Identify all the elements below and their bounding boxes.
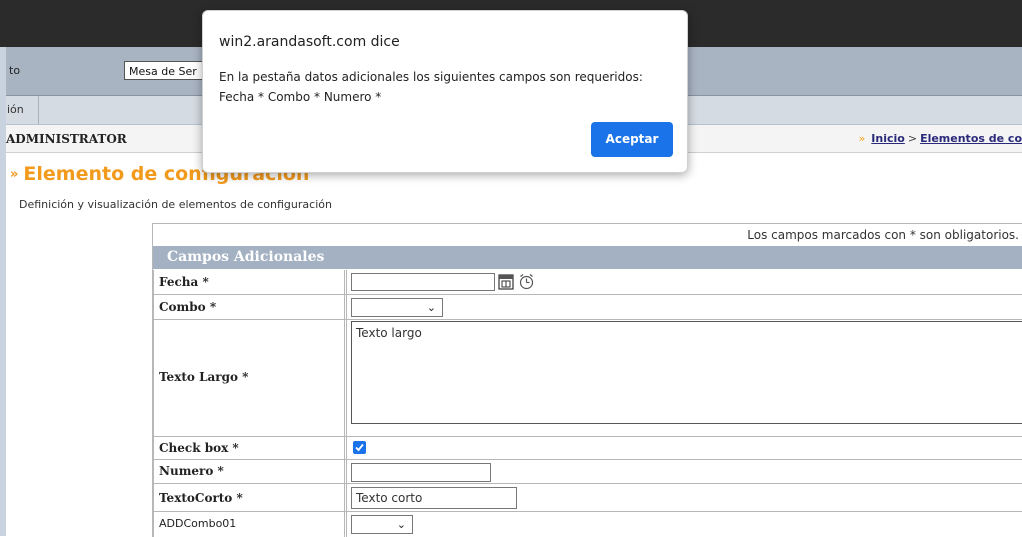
dialog-message-line: Fecha * Combo * Numero * (219, 90, 382, 104)
breadcrumb-current-link[interactable]: Elementos de co (920, 132, 1022, 145)
addcombo01-select[interactable]: ⌄ (351, 515, 413, 534)
label-cell: Texto Largo * (153, 320, 345, 436)
numero-label: Numero * (159, 464, 224, 478)
label-cell: Numero * (153, 460, 345, 483)
project-select[interactable]: Mesa de Ser (124, 61, 208, 80)
value-cell: ⌄ (346, 512, 1022, 537)
label-cell: Fecha * (153, 270, 345, 294)
row-combo: Combo * ⌄ (153, 295, 1022, 320)
calendar-icon[interactable] (498, 273, 514, 290)
texto-largo-label: Texto Largo * (159, 370, 249, 384)
label-cell: TextoCorto * (153, 484, 345, 511)
additional-fields-form: Los campos marcados con * son obligatori… (152, 223, 1022, 537)
row-texto-largo: Texto Largo * Texto largo (153, 320, 1022, 437)
title-arrow-icon: » (10, 167, 19, 182)
texto-corto-label: TextoCorto * (159, 491, 243, 505)
dialog-title: win2.arandasoft.com dice (219, 34, 400, 50)
texto-corto-input[interactable]: Texto corto (351, 487, 517, 509)
texto-largo-textarea[interactable]: Texto largo (351, 321, 1022, 424)
tab-configuracion[interactable]: ión (6, 96, 39, 124)
label-cell: Combo * (153, 295, 345, 319)
combo-select[interactable]: ⌄ (351, 298, 443, 317)
chevron-down-icon: ⌄ (396, 518, 406, 531)
breadcrumb-separator: > (907, 132, 918, 145)
toolbar-label: to (9, 64, 21, 77)
fecha-input[interactable] (351, 273, 495, 291)
value-cell: ⌄ (346, 295, 1022, 319)
value-cell: Texto corto (346, 484, 1022, 511)
combo-label: Combo * (159, 300, 217, 314)
section-header: Campos Adicionales (153, 246, 1022, 269)
tab-label: ión (7, 103, 24, 116)
row-addcombo01: ADDCombo01 ⌄ (153, 512, 1022, 537)
required-note: Los campos marcados con * son obligatori… (747, 228, 1019, 242)
checkbox-checked-icon[interactable] (353, 441, 366, 454)
value-cell (346, 270, 1022, 294)
value-cell (346, 437, 1022, 459)
row-numero: Numero * (153, 460, 1022, 484)
clock-icon[interactable] (518, 273, 535, 290)
numero-input[interactable] (351, 463, 491, 482)
chevron-down-icon: ⌄ (426, 301, 436, 314)
page-subtitle: Definición y visualización de elementos … (19, 198, 332, 211)
dialog-message-line: En la pestaña datos adicionales los sigu… (219, 70, 643, 84)
fecha-label: Fecha * (159, 275, 209, 289)
check-box-label: Check box * (159, 441, 239, 455)
username: ADMINISTRATOR (6, 132, 127, 146)
value-cell: Texto largo (346, 320, 1022, 436)
breadcrumb: » Inicio > Elementos de co (859, 132, 1022, 145)
value-cell (346, 460, 1022, 483)
label-cell: Check box * (153, 437, 345, 459)
breadcrumb-arrow-icon: » (858, 132, 866, 145)
accept-button[interactable]: Aceptar (591, 122, 673, 157)
alert-dialog: win2.arandasoft.com dice En la pestaña d… (202, 10, 688, 173)
section-title: Campos Adicionales (167, 249, 325, 265)
dialog-message: En la pestaña datos adicionales los sigu… (219, 67, 679, 107)
label-cell: ADDCombo01 (153, 512, 345, 537)
row-check-box: Check box * (153, 437, 1022, 460)
addcombo01-label: ADDCombo01 (159, 517, 237, 530)
row-fecha: Fecha * (153, 270, 1022, 295)
breadcrumb-home-link[interactable]: Inicio (871, 132, 905, 145)
row-texto-corto: TextoCorto * Texto corto (153, 484, 1022, 512)
